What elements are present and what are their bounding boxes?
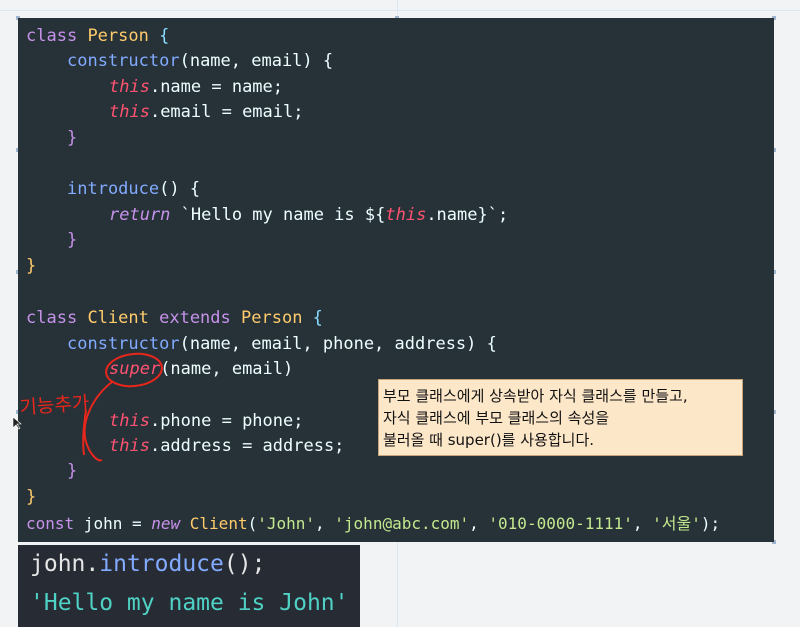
code-line-12: class Client extends Person { (26, 308, 323, 328)
code-line-1: class Person { (26, 26, 170, 46)
console-input: john.introduce(); (30, 551, 266, 577)
guide-line-horizontal (0, 10, 800, 11)
code-line-19: } (26, 487, 37, 507)
code-line-4: this.email = email; (109, 102, 304, 122)
callout-line-2: 자식 클래스에 부모 클래스의 속성을 (383, 409, 610, 427)
function-name: introduce (67, 179, 160, 199)
code-line-20: const john = new Client('John', 'john@ab… (26, 514, 721, 533)
console-panel: john.introduce(); 'Hello my name is John… (18, 545, 360, 627)
console-output: 'Hello my name is John' (30, 590, 349, 616)
code-line-9: } (67, 230, 78, 250)
code-line-18: } (67, 461, 78, 481)
code-line-3: this.name = name; (109, 77, 284, 97)
explanation-callout: 부모 클래스에게 상속받아 자식 클래스를 만들고, 자식 클래스에 부모 클래… (378, 379, 743, 456)
code-line-2: constructor(name, email) { (67, 51, 334, 71)
callout-line-1: 부모 클래스에게 상속받아 자식 클래스를 만들고, (383, 387, 688, 405)
code-line-5: } (67, 128, 78, 148)
callout-line-3: 불러올 때 super()를 사용합니다. (383, 431, 595, 449)
keyword: class (26, 26, 78, 46)
function-name: constructor (67, 334, 180, 354)
class-name: Client (87, 308, 149, 328)
class-name: Person (241, 308, 303, 328)
cursor-icon (12, 416, 22, 430)
function-name: constructor (67, 51, 180, 71)
code-line-8: return `Hello my name is ${this.name}`; (109, 205, 509, 225)
code-line-17: this.address = address; (109, 436, 345, 456)
super-call: super (109, 359, 161, 379)
code-line-10: } (26, 256, 37, 276)
class-name: Person (87, 26, 149, 46)
code-line-14: super(name, email) (109, 359, 294, 379)
code-editor[interactable]: class Person { constructor(name, email) … (18, 18, 774, 542)
code-line-16: this.phone = phone; (109, 411, 304, 431)
code-line-7: introduce() { (67, 179, 201, 199)
code-line-13: constructor(name, email, phone, address)… (67, 334, 497, 354)
